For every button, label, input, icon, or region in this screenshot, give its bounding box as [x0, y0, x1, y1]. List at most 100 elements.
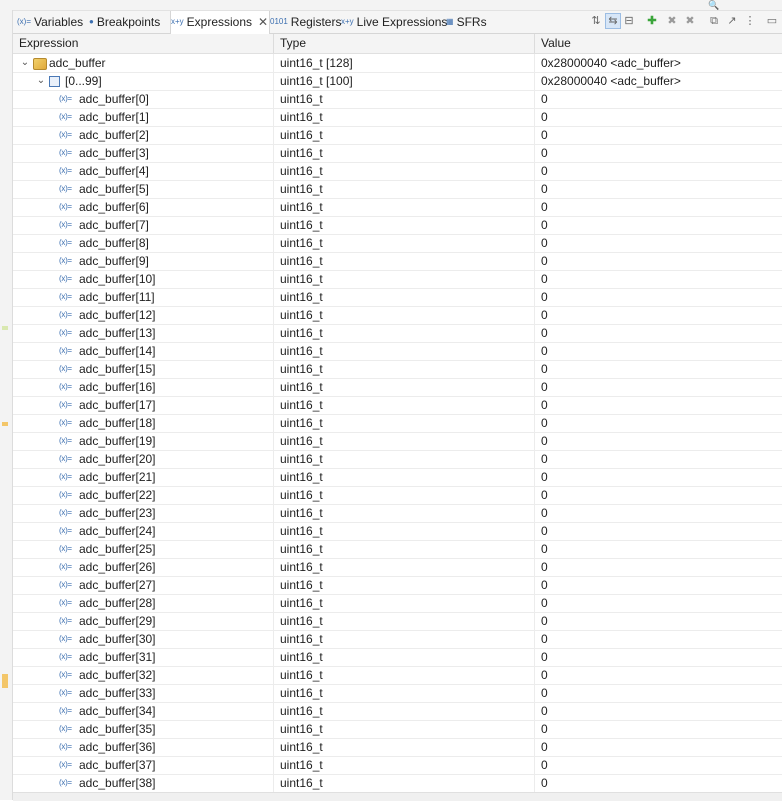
table-row[interactable]: (x)= adc_buffer[25] uint16_t 0: [13, 540, 782, 559]
expand-toggle-icon[interactable]: ⌄: [35, 72, 47, 90]
value-cell[interactable]: 0: [534, 90, 782, 108]
table-row[interactable]: (x)= adc_buffer[14] uint16_t 0: [13, 342, 782, 361]
value-cell[interactable]: 0: [534, 234, 782, 252]
value-cell[interactable]: 0: [534, 396, 782, 414]
new-view-button[interactable]: ⧉: [707, 14, 721, 28]
table-row[interactable]: (x)= adc_buffer[36] uint16_t 0: [13, 738, 782, 757]
table-row[interactable]: (x)= adc_buffer[17] uint16_t 0: [13, 396, 782, 415]
value-cell[interactable]: 0: [534, 108, 782, 126]
table-row[interactable]: (x)= adc_buffer[35] uint16_t 0: [13, 720, 782, 739]
collapse-all-button[interactable]: ⊟: [622, 14, 636, 28]
column-header-value[interactable]: Value: [535, 34, 782, 53]
pin-view-button[interactable]: ↗: [725, 14, 739, 28]
minimize-button[interactable]: ▭: [765, 14, 779, 28]
value-cell[interactable]: 0: [534, 702, 782, 720]
tab-variables[interactable]: (x)= Variables: [17, 11, 87, 33]
table-row[interactable]: (x)= adc_buffer[29] uint16_t 0: [13, 612, 782, 631]
remove-all-expressions-button[interactable]: ✖: [683, 14, 697, 28]
value-cell[interactable]: 0: [534, 360, 782, 378]
close-icon[interactable]: ✕: [258, 15, 268, 29]
value-cell[interactable]: 0: [534, 414, 782, 432]
table-row[interactable]: (x)= adc_buffer[19] uint16_t 0: [13, 432, 782, 451]
table-row[interactable]: (x)= adc_buffer[38] uint16_t 0: [13, 774, 782, 793]
value-cell[interactable]: 0: [534, 288, 782, 306]
table-row[interactable]: (x)= adc_buffer[31] uint16_t 0: [13, 648, 782, 667]
table-row[interactable]: (x)= adc_buffer[18] uint16_t 0: [13, 414, 782, 433]
table-row[interactable]: (x)= adc_buffer[11] uint16_t 0: [13, 288, 782, 307]
table-row[interactable]: (x)= adc_buffer[37] uint16_t 0: [13, 756, 782, 775]
value-cell[interactable]: 0x28000040 <adc_buffer>: [534, 54, 782, 72]
table-row[interactable]: (x)= adc_buffer[33] uint16_t 0: [13, 684, 782, 703]
table-row[interactable]: (x)= adc_buffer[30] uint16_t 0: [13, 630, 782, 649]
value-cell[interactable]: 0: [534, 180, 782, 198]
value-cell[interactable]: 0: [534, 774, 782, 792]
value-cell[interactable]: 0: [534, 432, 782, 450]
table-row[interactable]: (x)= adc_buffer[1] uint16_t 0: [13, 108, 782, 127]
table-row[interactable]: (x)= adc_buffer[6] uint16_t 0: [13, 198, 782, 217]
show-logical-structure-button[interactable]: ⇆: [605, 13, 621, 29]
table-row[interactable]: (x)= adc_buffer[10] uint16_t 0: [13, 270, 782, 289]
value-cell[interactable]: 0: [534, 252, 782, 270]
table-row[interactable]: (x)= adc_buffer[15] uint16_t 0: [13, 360, 782, 379]
value-cell[interactable]: 0: [534, 198, 782, 216]
value-cell[interactable]: 0: [534, 756, 782, 774]
value-cell[interactable]: 0: [534, 468, 782, 486]
value-cell[interactable]: 0: [534, 144, 782, 162]
table-row[interactable]: ⌄ adc_buffer uint16_t [128] 0x28000040 <adc…: [13, 54, 782, 73]
table-row[interactable]: (x)= adc_buffer[24] uint16_t 0: [13, 522, 782, 541]
add-expression-button[interactable]: ✚: [645, 14, 659, 28]
value-cell[interactable]: 0x28000040 <adc_buffer>: [534, 72, 782, 90]
value-cell[interactable]: 0: [534, 126, 782, 144]
tab-breakpoints[interactable]: ● Breakpoints: [89, 11, 167, 33]
table-row[interactable]: (x)= adc_buffer[34] uint16_t 0: [13, 702, 782, 721]
table-row[interactable]: (x)= adc_buffer[12] uint16_t 0: [13, 306, 782, 325]
column-header-type[interactable]: Type: [274, 34, 534, 53]
table-row[interactable]: (x)= adc_buffer[22] uint16_t 0: [13, 486, 782, 505]
table-row[interactable]: (x)= adc_buffer[8] uint16_t 0: [13, 234, 782, 253]
table-row[interactable]: (x)= adc_buffer[2] uint16_t 0: [13, 126, 782, 145]
expand-toggle-icon[interactable]: ⌄: [19, 54, 31, 72]
tab-registers[interactable]: 0101 Registers: [270, 11, 341, 33]
value-cell[interactable]: 0: [534, 378, 782, 396]
value-cell[interactable]: 0: [534, 558, 782, 576]
value-cell[interactable]: 0: [534, 486, 782, 504]
tab-live-expressions[interactable]: x+y Live Expressions: [341, 11, 447, 33]
value-cell[interactable]: 0: [534, 684, 782, 702]
value-cell[interactable]: 0: [534, 648, 782, 666]
value-cell[interactable]: 0: [534, 666, 782, 684]
value-cell[interactable]: 0: [534, 576, 782, 594]
show-type-names-button[interactable]: ⇅: [589, 14, 603, 28]
value-cell[interactable]: 0: [534, 738, 782, 756]
value-cell[interactable]: 0: [534, 612, 782, 630]
table-row[interactable]: (x)= adc_buffer[27] uint16_t 0: [13, 576, 782, 595]
value-cell[interactable]: 0: [534, 522, 782, 540]
value-cell[interactable]: 0: [534, 306, 782, 324]
value-cell[interactable]: 0: [534, 324, 782, 342]
table-row[interactable]: (x)= adc_buffer[9] uint16_t 0: [13, 252, 782, 271]
value-cell[interactable]: 0: [534, 594, 782, 612]
value-cell[interactable]: 0: [534, 162, 782, 180]
table-row[interactable]: (x)= adc_buffer[4] uint16_t 0: [13, 162, 782, 181]
value-cell[interactable]: 0: [534, 450, 782, 468]
table-row[interactable]: (x)= adc_buffer[7] uint16_t 0: [13, 216, 782, 235]
column-header-expression[interactable]: Expression: [13, 34, 273, 53]
table-row[interactable]: (x)= adc_buffer[3] uint16_t 0: [13, 144, 782, 163]
value-cell[interactable]: 0: [534, 540, 782, 558]
remove-expression-button[interactable]: ✖: [665, 14, 679, 28]
table-row[interactable]: ⌄ [0...99] uint16_t [100] 0x28000040 <adc_b…: [13, 72, 782, 91]
value-cell[interactable]: 0: [534, 216, 782, 234]
tab-sfrs[interactable]: ▦ SFRs: [446, 11, 488, 33]
value-cell[interactable]: 0: [534, 342, 782, 360]
value-cell[interactable]: 0: [534, 720, 782, 738]
table-row[interactable]: (x)= adc_buffer[21] uint16_t 0: [13, 468, 782, 487]
table-row[interactable]: (x)= adc_buffer[16] uint16_t 0: [13, 378, 782, 397]
table-row[interactable]: (x)= adc_buffer[28] uint16_t 0: [13, 594, 782, 613]
value-cell[interactable]: 0: [534, 504, 782, 522]
table-row[interactable]: (x)= adc_buffer[20] uint16_t 0: [13, 450, 782, 469]
table-row[interactable]: (x)= adc_buffer[5] uint16_t 0: [13, 180, 782, 199]
table-row[interactable]: (x)= adc_buffer[23] uint16_t 0: [13, 504, 782, 523]
value-cell[interactable]: 0: [534, 270, 782, 288]
table-row[interactable]: (x)= adc_buffer[26] uint16_t 0: [13, 558, 782, 577]
table-row[interactable]: (x)= adc_buffer[13] uint16_t 0: [13, 324, 782, 343]
table-row[interactable]: (x)= adc_buffer[0] uint16_t 0: [13, 90, 782, 109]
